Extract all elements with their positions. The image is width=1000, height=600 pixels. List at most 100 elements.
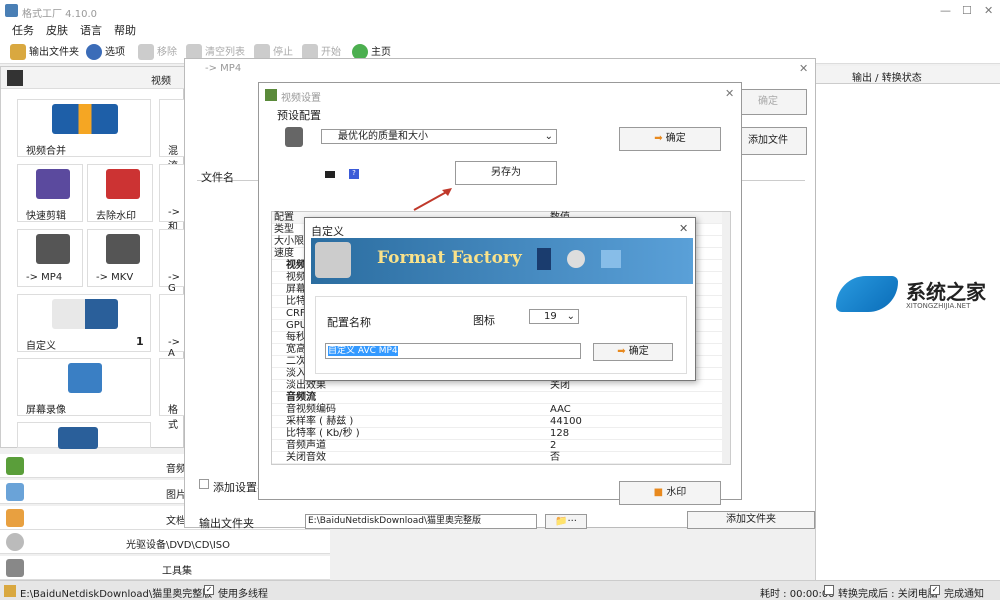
watermark-title: 系统之家 (906, 280, 986, 304)
picture-icon (6, 483, 24, 501)
category-tools[interactable]: 工具集 (0, 556, 330, 580)
gear-icon (86, 44, 102, 60)
video-settings-title: 视频设置 (281, 93, 321, 104)
custom-count: 1 (136, 335, 144, 348)
film-strip-icon (537, 248, 551, 270)
document-icon (6, 509, 24, 527)
output-status-panel: 输出 / 转换状态 (815, 66, 1000, 580)
banner-text: Format Factory (377, 248, 522, 268)
status-bar: E:\BaiduNetdiskDownload\猫里奥完整版 ✓ 使用多线程 耗… (0, 580, 1000, 600)
tile-format[interactable]: 格式 (159, 358, 185, 431)
tile-screen-record[interactable]: 屏幕录像 (17, 358, 151, 416)
custom-icon (52, 299, 118, 329)
browse-button[interactable]: 📁··· (545, 514, 587, 529)
tile-convert-1[interactable]: -> 和 (159, 164, 185, 233)
mp4-close-icon[interactable]: ✕ (799, 62, 808, 75)
tools-icon (6, 559, 24, 577)
menu-task[interactable]: 任务 (12, 24, 34, 37)
status-path: E:\BaiduNetdiskDownload\猫里奥完整版 (20, 589, 213, 600)
left-panel: 视频 视频合并 混流 快速剪辑 去除水印 -> 和 -> MP4 -> MKV … (0, 66, 185, 449)
save-as-button[interactable]: 另存为 (455, 161, 557, 185)
app-logo-icon (315, 242, 351, 278)
custom-close-icon[interactable]: ✕ (679, 222, 688, 235)
tile-video-merge[interactable]: 视频合并 (17, 99, 151, 157)
custom-dialog-title: 自定义 (311, 225, 344, 238)
multithread-checkbox[interactable]: ✓ (204, 585, 214, 595)
notify-checkbox[interactable]: ✓ (930, 585, 940, 595)
app-icon (5, 4, 18, 17)
mp4-icon (36, 234, 70, 264)
tile-remove-watermark[interactable]: 去除水印 (87, 164, 153, 222)
after-convert-checkbox[interactable] (824, 585, 834, 595)
screen-record-icon (68, 363, 102, 393)
preset-select[interactable]: 最优化的质量和大小 ⌄ (321, 129, 557, 144)
menu-bar: 任务 皮肤 语言 帮助 (0, 22, 1000, 40)
output-folder-button[interactable]: 输出文件夹 (10, 44, 79, 62)
cmd-icon[interactable] (325, 171, 335, 178)
file-name-column: 文件名 (201, 171, 234, 184)
merge-icon (52, 104, 118, 134)
preset-confirm-button[interactable]: ➡ 确定 (619, 127, 721, 151)
music-icon (6, 457, 24, 475)
tile-convert-2[interactable]: -> G (159, 229, 185, 294)
after-convert-label: 转换完成后 : 关闭电脑 (838, 589, 938, 600)
globe-film-icon (58, 427, 98, 449)
add-folder-button[interactable]: 添加文件夹 (687, 511, 815, 529)
icon-select[interactable]: 19 ⌄ (529, 309, 579, 324)
help-icon[interactable]: ? (349, 169, 359, 179)
eraser-icon (106, 169, 140, 199)
multithread-label: 使用多线程 (218, 589, 268, 600)
minimize-icon[interactable]: — (940, 4, 951, 17)
category-disc[interactable]: 光驱设备\DVD\CD\ISO (0, 530, 330, 554)
tile-quick-clip[interactable]: 快速剪辑 (17, 164, 83, 222)
watermark-subtitle: XITONGZHIJIA.NET (906, 302, 971, 310)
custom-confirm-button[interactable]: ➡ 确定 (593, 343, 673, 361)
table-row[interactable]: 音频声道 2 (272, 440, 722, 452)
remove-button[interactable]: 移除 (138, 44, 177, 62)
preset-icon (285, 127, 303, 147)
app-title: 格式工厂 4.10.0 (22, 9, 97, 20)
scrollbar[interactable] (722, 212, 730, 464)
table-row[interactable]: 音视频编码 AAC (272, 404, 722, 416)
folder-icon (10, 44, 26, 60)
notify-label: 完成通知 (944, 589, 984, 600)
tile-convert-3[interactable]: -> A (159, 294, 185, 359)
tile-mkv[interactable]: -> MKV (87, 229, 153, 287)
chevron-down-icon: ⌄ (566, 311, 575, 322)
watermark-button[interactable]: ■ 水印 (619, 481, 721, 505)
scissors-icon (36, 169, 70, 199)
settings-window-icon (265, 89, 277, 101)
table-row[interactable]: 比特率 ( Kb/秒 ) 128 (272, 428, 722, 440)
tile-custom[interactable]: 自定义 1 (17, 294, 151, 352)
tile-mp4[interactable]: -> MP4 (17, 229, 83, 287)
video-settings-close-icon[interactable]: ✕ (725, 87, 734, 100)
menu-skin[interactable]: 皮肤 (46, 24, 68, 37)
film-icon (7, 70, 23, 86)
annotation-arrow (413, 188, 452, 211)
menu-help[interactable]: 帮助 (114, 24, 136, 37)
config-name-label: 配置名称 (327, 316, 371, 329)
close-icon[interactable]: ✕ (984, 4, 993, 17)
mkv-icon (106, 234, 140, 264)
format-factory-banner: Format Factory (311, 238, 693, 284)
table-row[interactable]: 采样率 ( 赫兹 ) 44100 (272, 416, 722, 428)
add-settings-checkbox[interactable] (199, 479, 209, 489)
options-button[interactable]: 选项 (86, 44, 125, 62)
maximize-icon[interactable]: ☐ (962, 4, 972, 17)
config-name-input[interactable]: 自定义 AVC MP4 (325, 343, 581, 359)
output-folder-select[interactable]: E:\BaiduNetdiskDownload\猫里奥完整版 (305, 514, 537, 529)
icon-label: 图标 (473, 314, 495, 327)
custom-dialog: 自定义 ✕ Format Factory 配置名称 图标 19 ⌄ 自定义 AVC… (304, 217, 696, 381)
output-folder-label: 输出文件夹 (199, 517, 254, 530)
table-row[interactable]: 关闭音效否 (272, 452, 722, 464)
tile-mux[interactable]: 混流 (159, 99, 185, 172)
remove-icon (138, 44, 154, 60)
preset-label: 预设配置 (277, 109, 321, 122)
menu-language[interactable]: 语言 (80, 24, 102, 37)
mp4-window-title: -> MP4 (205, 63, 242, 74)
table-row[interactable]: 淡出效果 关闭 (272, 380, 722, 392)
tile-more[interactable] (17, 422, 151, 449)
speaker-icon (567, 250, 585, 268)
picture-icon (601, 250, 621, 268)
video-section-header[interactable]: 视频 (1, 67, 185, 89)
